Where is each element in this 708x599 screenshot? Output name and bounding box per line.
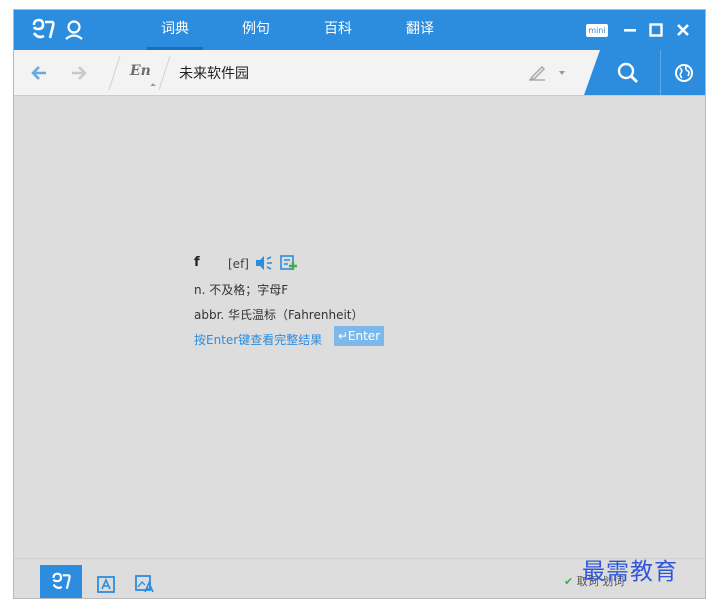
back-arrow-icon[interactable] xyxy=(30,64,48,82)
app-logo-icon[interactable] xyxy=(30,18,56,42)
headword: f xyxy=(194,255,200,270)
definition-line: abbr. 华氏温标（Fahrenheit） xyxy=(194,308,364,322)
title-bar: 词典 例句 百科 翻译 mini xyxy=(14,10,705,50)
search-toolbar: En xyxy=(14,50,705,96)
web-search-button[interactable] xyxy=(660,50,705,95)
close-icon[interactable] xyxy=(673,20,693,40)
tab-translate[interactable]: 翻译 xyxy=(392,10,448,50)
search-input[interactable] xyxy=(179,61,509,85)
definition-line: n. 不及格；字母F xyxy=(194,283,289,297)
tab-dictionary[interactable]: 词典 xyxy=(147,10,203,50)
check-icon: ✔ xyxy=(564,575,574,588)
globe-icon xyxy=(675,64,693,82)
speaker-icon[interactable] xyxy=(255,255,273,271)
add-to-wordbook-icon[interactable] xyxy=(280,255,297,271)
dictionary-window: 词典 例句 百科 翻译 mini En 未来软件园 f [ef] n. 不及格；… xyxy=(13,9,706,599)
handwriting-icon[interactable] xyxy=(526,62,548,84)
image-translate-mode-button[interactable] xyxy=(124,565,166,598)
language-selector[interactable]: En xyxy=(130,63,151,79)
full-result-link[interactable]: 按Enter键查看完整结果 xyxy=(194,331,322,348)
text-capture-icon xyxy=(97,576,115,593)
dictionary-mode-button[interactable] xyxy=(40,565,82,598)
enter-key-badge[interactable]: ↵Enter xyxy=(334,326,384,346)
handwriting-caret-icon[interactable] xyxy=(559,71,565,75)
mini-mode-button[interactable]: mini xyxy=(586,24,608,37)
language-caret-icon[interactable] xyxy=(150,83,156,89)
minimize-icon[interactable] xyxy=(620,20,640,40)
maximize-icon[interactable] xyxy=(646,20,666,40)
app-logo-icon xyxy=(52,572,71,589)
toolbar-divider xyxy=(158,56,171,90)
search-button[interactable] xyxy=(584,50,660,95)
user-icon[interactable] xyxy=(64,19,84,41)
word-capture-mode-button[interactable] xyxy=(86,565,128,598)
tab-encyclopedia[interactable]: 百科 xyxy=(310,10,366,50)
watermark-text: 最需教育 xyxy=(582,559,678,585)
forward-arrow-icon[interactable] xyxy=(70,64,88,82)
tab-examples[interactable]: 例句 xyxy=(228,10,284,50)
toolbar-divider xyxy=(108,56,121,90)
phonetic: [ef] xyxy=(228,257,249,271)
image-translate-icon xyxy=(135,575,154,593)
search-icon xyxy=(617,62,638,83)
